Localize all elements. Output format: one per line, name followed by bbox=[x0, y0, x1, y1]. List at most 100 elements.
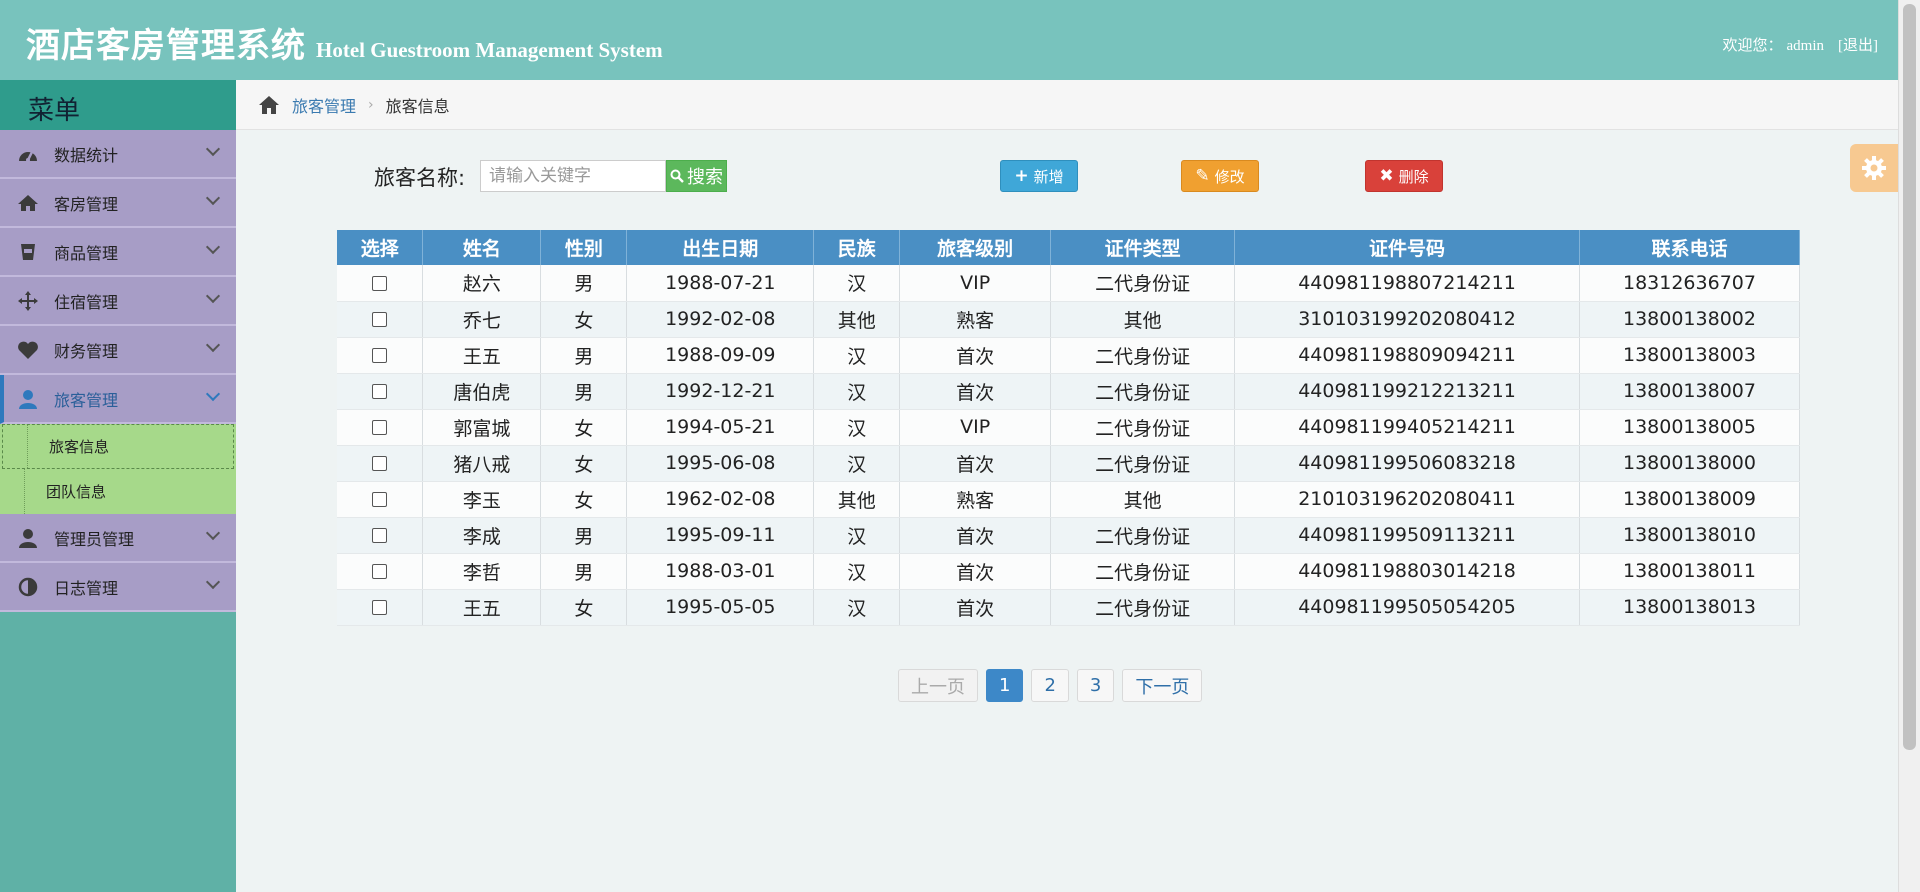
row-checkbox[interactable] bbox=[372, 564, 388, 579]
sidebar-item-label: 旅客管理 bbox=[54, 390, 119, 410]
sidebar-item-goods[interactable]: 商品管理 bbox=[0, 228, 236, 277]
move-icon bbox=[14, 290, 42, 312]
chevron-down-icon bbox=[205, 288, 221, 304]
table-cell: 首次 bbox=[899, 373, 1052, 410]
sidebar: 菜单 数据统计 客房管理 商品管理 住宿管理 财务管理 旅客管理 旅客信息 团队… bbox=[0, 80, 236, 892]
row-checkbox[interactable] bbox=[372, 492, 388, 507]
table-cell: 二代身份证 bbox=[1050, 265, 1236, 302]
select-cell bbox=[337, 337, 424, 374]
select-cell bbox=[337, 301, 424, 338]
column-header: 性别 bbox=[540, 230, 628, 265]
sidebar-item-label: 管理员管理 bbox=[54, 529, 135, 549]
heart-icon bbox=[14, 339, 42, 361]
table-cell: 1988-03-01 bbox=[626, 553, 815, 590]
breadcrumb-current: 旅客信息 bbox=[385, 96, 450, 116]
row-checkbox[interactable] bbox=[372, 528, 388, 543]
table-cell: 440981198807214211 bbox=[1234, 265, 1580, 302]
delete-button[interactable]: ✖ 删除 bbox=[1365, 160, 1443, 192]
logout-link[interactable]: [退出] bbox=[1838, 38, 1878, 54]
table-cell: 首次 bbox=[899, 589, 1052, 626]
sidebar-item-admins[interactable]: 管理员管理 bbox=[0, 514, 236, 563]
user-icon bbox=[14, 388, 42, 410]
row-checkbox[interactable] bbox=[372, 384, 388, 399]
settings-tab[interactable] bbox=[1850, 144, 1898, 192]
sidebar-item-label: 数据统计 bbox=[54, 145, 119, 165]
table-cell: 李哲 bbox=[422, 553, 542, 590]
table-cell: 二代身份证 bbox=[1050, 589, 1236, 626]
table-cell: 汉 bbox=[813, 409, 901, 446]
top-header: 酒店客房管理系统 Hotel Guestroom Management Syst… bbox=[0, 0, 1898, 80]
row-checkbox[interactable] bbox=[372, 348, 388, 363]
sidebar-item-lodging[interactable]: 住宿管理 bbox=[0, 277, 236, 326]
breadcrumb: 旅客管理 › 旅客信息 bbox=[236, 80, 1898, 130]
table-cell: 13800138002 bbox=[1579, 301, 1801, 338]
select-cell bbox=[337, 409, 424, 446]
add-button[interactable]: + 新增 bbox=[1000, 160, 1078, 192]
row-checkbox[interactable] bbox=[372, 600, 388, 615]
table-cell: 首次 bbox=[899, 553, 1052, 590]
page-button-3[interactable]: 3 bbox=[1076, 669, 1115, 702]
table-row[interactable]: 赵六男 1988-07-21 汉 VIP 二代身份证 440981198807214211… bbox=[337, 265, 1801, 302]
submenu-item-guest-info[interactable]: 旅客信息 bbox=[2, 424, 234, 469]
row-checkbox[interactable] bbox=[372, 312, 388, 327]
table-cell: 男 bbox=[540, 517, 628, 554]
sidebar-item-finance[interactable]: 财务管理 bbox=[0, 326, 236, 375]
table-row[interactable]: 王五女 1995-05-05 汉首次 二代身份证 440981199505054205 1… bbox=[337, 589, 1801, 626]
table-cell: 13800138011 bbox=[1579, 553, 1801, 590]
table-row[interactable]: 王五男 1988-09-09 汉首次 二代身份证 440981198809094211 1… bbox=[337, 337, 1801, 374]
sidebar-item-label: 财务管理 bbox=[54, 341, 119, 361]
table-row[interactable]: 李玉女 1962-02-08 其他 熟客 其他 210103196202080411 138… bbox=[337, 481, 1801, 518]
column-header: 证件号码 bbox=[1234, 230, 1580, 265]
sidebar-item-statistics[interactable]: 数据统计 bbox=[0, 130, 236, 179]
sidebar-item-rooms[interactable]: 客房管理 bbox=[0, 179, 236, 228]
edit-button[interactable]: ✎ 修改 bbox=[1181, 160, 1259, 192]
table-cell: 男 bbox=[540, 553, 628, 590]
table-cell: 男 bbox=[540, 265, 628, 302]
search-icon bbox=[670, 169, 684, 183]
table-cell: 熟客 bbox=[899, 301, 1052, 338]
page-button-1[interactable]: 1 bbox=[986, 669, 1024, 702]
column-header: 选择 bbox=[337, 230, 424, 265]
table-row[interactable]: 唐伯虎男 1992-12-21 汉首次 二代身份证 440981199212213211… bbox=[337, 373, 1801, 410]
welcome-text: 欢迎您： bbox=[1722, 38, 1783, 54]
submenu-item-team-info[interactable]: 团队信息 bbox=[0, 469, 236, 514]
search-button[interactable]: 搜索 bbox=[666, 160, 727, 192]
table-cell: 首次 bbox=[899, 337, 1052, 374]
table-header-row: 选择 姓名 性别 出生日期 民族 旅客级别 证件类型 证件号码 联系电话 bbox=[337, 230, 1801, 265]
menu-title: 菜单 bbox=[0, 80, 236, 130]
table-row[interactable]: 李成男 1995-09-11 汉首次 二代身份证 440981199509113211 1… bbox=[337, 517, 1801, 554]
table-cell: 13800138013 bbox=[1579, 589, 1801, 626]
gear-icon bbox=[1862, 156, 1886, 180]
table-row[interactable]: 郭富城女 1994-05-21 汉 VIP 二代身份证 44098119940521421… bbox=[337, 409, 1801, 446]
edit-button-label: 修改 bbox=[1214, 167, 1245, 186]
breadcrumb-parent-link[interactable]: 旅客管理 bbox=[292, 93, 356, 117]
page-button-2[interactable]: 2 bbox=[1031, 669, 1069, 702]
table-row[interactable]: 李哲男 1988-03-01 汉首次 二代身份证 440981198803014218 1… bbox=[337, 553, 1801, 590]
user-area: 欢迎您： admin [退出] bbox=[1718, 34, 1878, 55]
table-cell: 440981199212213211 bbox=[1234, 373, 1580, 410]
table-cell: 汉 bbox=[813, 445, 901, 482]
table-row[interactable]: 猪八戒女 1995-06-08 汉首次 二代身份证 440981199506083218… bbox=[337, 445, 1801, 482]
sidebar-item-logs[interactable]: 日志管理 bbox=[0, 563, 236, 612]
search-input[interactable] bbox=[480, 160, 666, 192]
scrollbar-thumb[interactable] bbox=[1903, 4, 1916, 750]
table-cell: 440981198809094211 bbox=[1234, 337, 1580, 374]
table-cell: 女 bbox=[540, 409, 628, 446]
sidebar-item-guests[interactable]: 旅客管理 bbox=[0, 375, 236, 424]
table-cell: 1995-09-11 bbox=[626, 517, 815, 554]
table-cell: 女 bbox=[540, 445, 628, 482]
table-cell: 二代身份证 bbox=[1050, 445, 1236, 482]
table-row[interactable]: 乔七女 1992-02-08 其他 熟客 其他 310103199202080412 138… bbox=[337, 301, 1801, 338]
row-checkbox[interactable] bbox=[372, 456, 388, 471]
row-checkbox[interactable] bbox=[372, 275, 388, 291]
vertical-scrollbar[interactable] bbox=[1898, 0, 1920, 892]
chevron-right-icon: › bbox=[368, 96, 374, 113]
table-cell: 1962-02-08 bbox=[626, 481, 815, 518]
next-page-button[interactable]: 下一页 bbox=[1122, 669, 1203, 702]
submenu-item-label: 团队信息 bbox=[46, 483, 107, 501]
select-cell bbox=[337, 481, 424, 518]
row-checkbox[interactable] bbox=[372, 420, 388, 435]
home-icon[interactable] bbox=[258, 95, 280, 115]
prev-page-button[interactable]: 上一页 bbox=[898, 669, 978, 702]
table-cell: 210103196202080411 bbox=[1234, 481, 1580, 518]
